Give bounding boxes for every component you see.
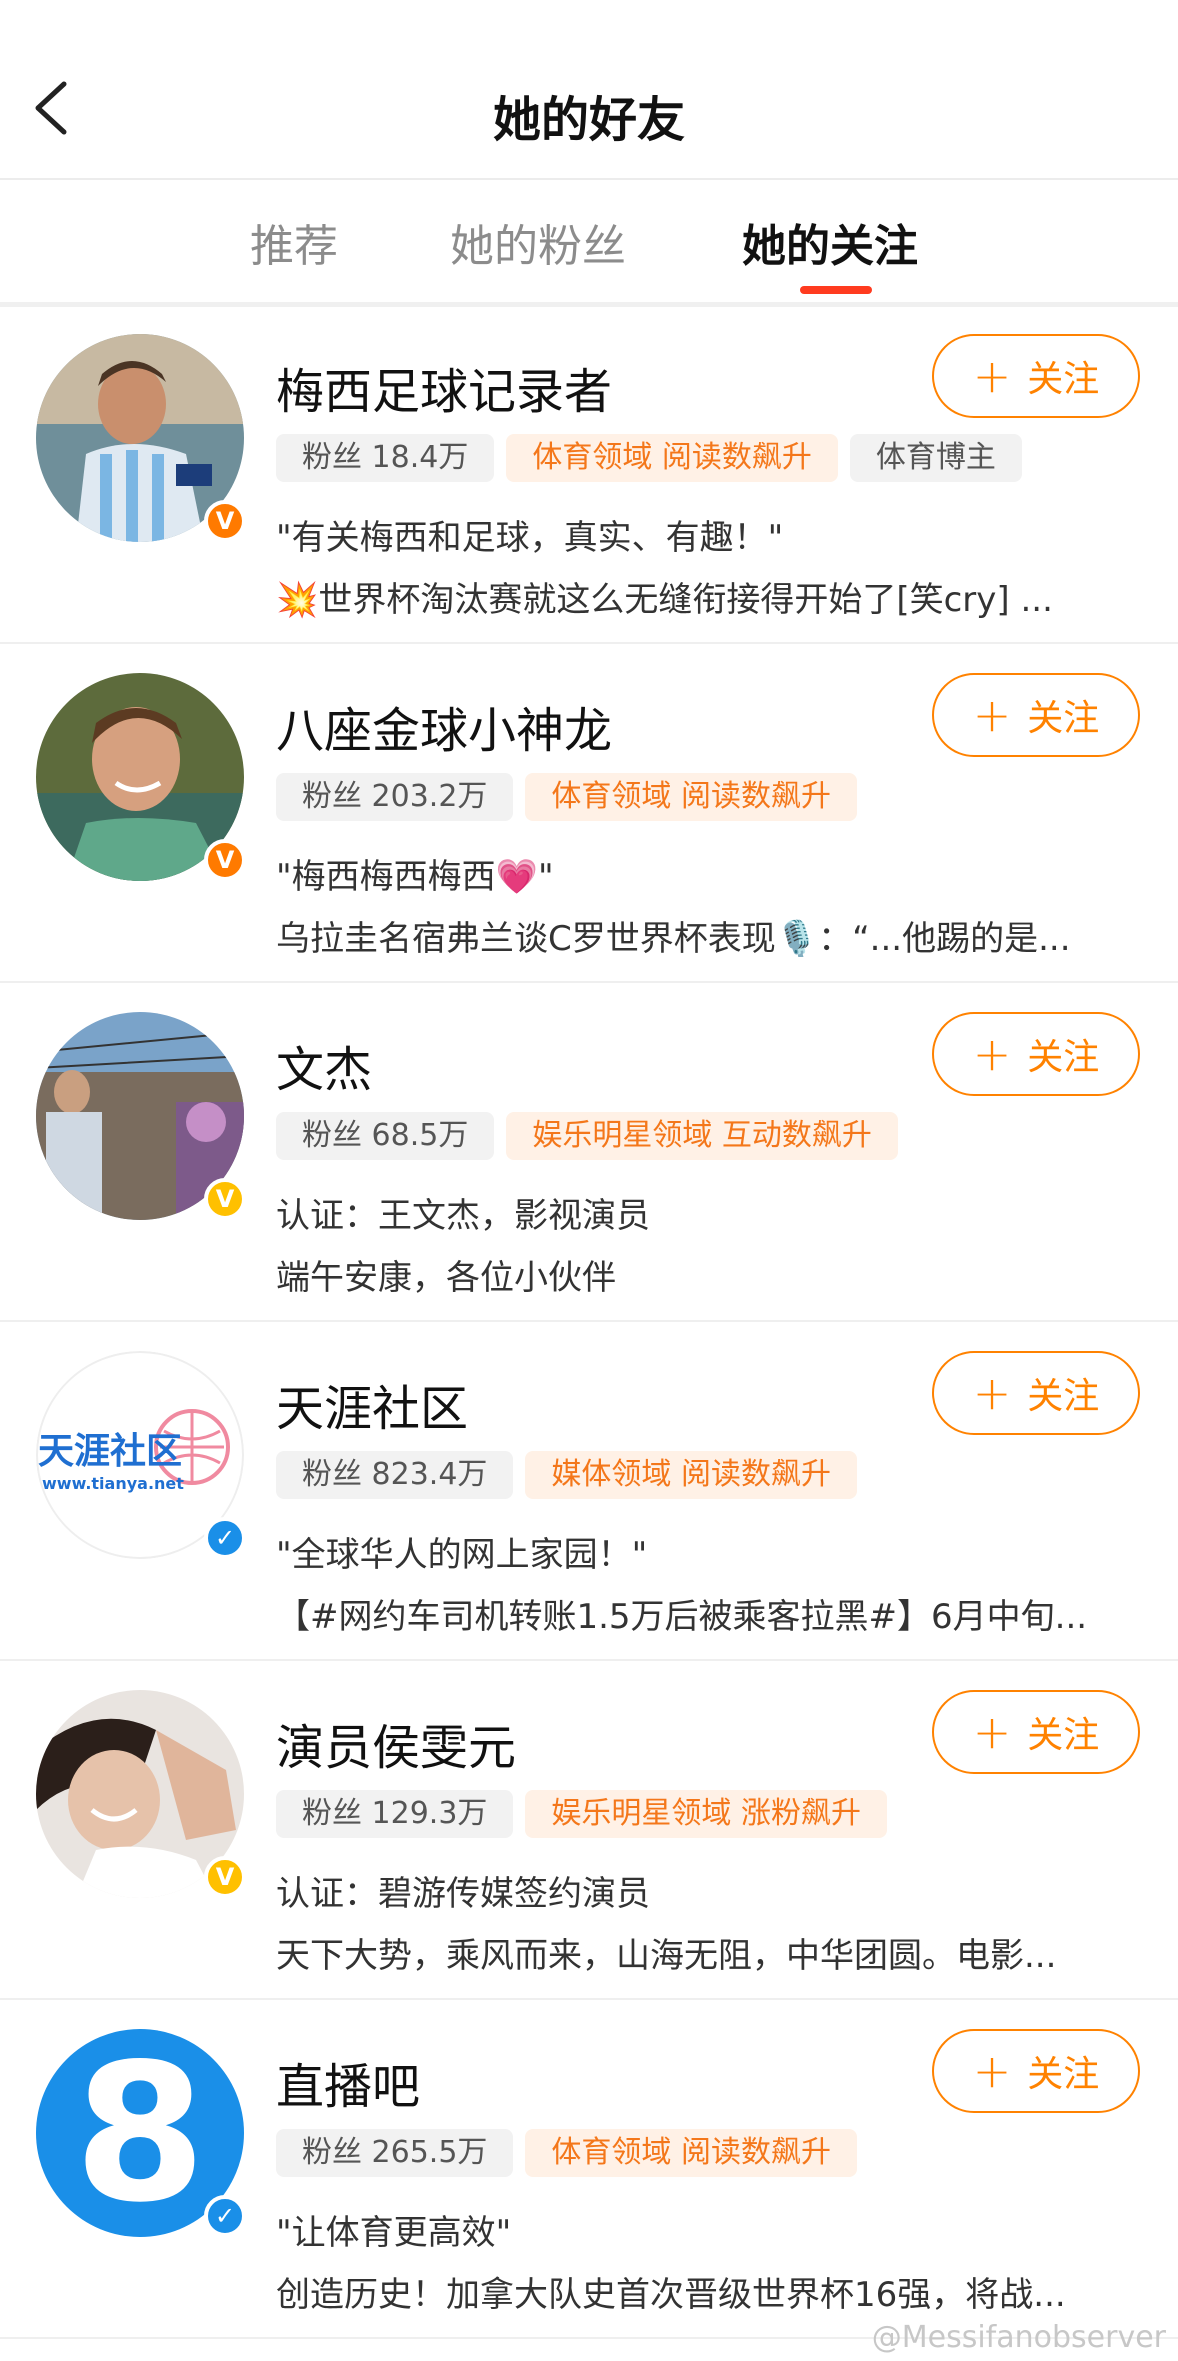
follow-button[interactable]: + 关注	[932, 334, 1140, 418]
tab-recommend[interactable]: 推荐	[250, 210, 338, 274]
plus-icon: +	[972, 688, 1012, 742]
user-description: "让体育更高效"	[276, 2213, 512, 2253]
user-description: "梅西梅西梅西💗"	[276, 857, 554, 897]
latest-post[interactable]: 乌拉圭名宿弗兰谈C罗世界杯表现🎙️：“...他踢的是...	[276, 911, 1136, 960]
plus-icon: +	[972, 1027, 1012, 1081]
tag-list: 粉丝 68.5万 娱乐明星领域 互动数飙升	[276, 1112, 898, 1160]
user-description: "全球华人的网上家园！"	[276, 1535, 648, 1575]
active-tab-indicator	[800, 286, 872, 294]
user-name[interactable]: 演员侯雯元	[276, 1708, 516, 1778]
plus-icon: +	[972, 2044, 1012, 2098]
fans-count-tag: 粉丝 129.3万	[276, 1790, 514, 1838]
tianya-logo-text: 天涯社区	[38, 1431, 182, 1472]
tab-bar: 推荐 她的粉丝 她的关注	[0, 180, 1178, 307]
fans-count-tag: 粉丝 203.2万	[276, 773, 514, 821]
category-tag: 媒体领域 阅读数飙升	[525, 1451, 857, 1499]
plus-icon: +	[972, 1705, 1012, 1759]
tag-list: 粉丝 823.4万 媒体领域 阅读数飙升	[276, 1451, 857, 1499]
user-description: 认证：王文杰，影视演员	[276, 1196, 650, 1236]
category-tag: 体育领域 阅读数飙升	[525, 2129, 857, 2177]
verified-badge-icon: V	[204, 1856, 246, 1898]
follow-label: 关注	[1027, 1376, 1100, 1417]
user-name[interactable]: 八座金球小神龙	[276, 691, 612, 761]
category-tag: 娱乐明星领域 涨粉飙升	[525, 1790, 887, 1838]
user-row[interactable]: V 八座金球小神龙 + 关注粉丝 203.2万 体育领域 阅读数飙升 "梅西梅西梅西💗" 乌…	[0, 643, 1178, 983]
verified-badge-icon: V	[204, 1178, 246, 1220]
follow-button[interactable]: + 关注	[932, 1351, 1140, 1435]
watermark: @Messifanobserver	[871, 2320, 1166, 2355]
user-name[interactable]: 梅西足球记录者	[276, 352, 612, 422]
category-tag: 娱乐明星领域 互动数飙升	[506, 1112, 898, 1160]
follow-button[interactable]: + 关注	[932, 1690, 1140, 1774]
fans-count-tag: 粉丝 265.5万	[276, 2129, 514, 2177]
user-description: "有关梅西和足球，真实、有趣！"	[276, 518, 784, 558]
plus-icon: +	[972, 349, 1012, 403]
follow-button[interactable]: + 关注	[932, 673, 1140, 757]
follow-button[interactable]: + 关注	[932, 2029, 1140, 2113]
user-row[interactable]: V 梅西足球记录者 + 关注 粉丝 18.4万 体育领域 阅读数飙升 体育博主 "有关梅西和足…	[0, 304, 1178, 644]
fans-count-tag: 粉丝 18.4万	[276, 434, 495, 482]
tab-her-fans[interactable]: 她的粉丝	[450, 210, 626, 274]
fans-count-tag: 粉丝 823.4万	[276, 1451, 514, 1499]
latest-post[interactable]: 创造历史！加拿大队史首次晋级世界杯16强，将战...	[276, 2267, 1136, 2316]
latest-post[interactable]: 端午安康，各位小伙伴	[276, 1250, 1136, 1299]
user-name[interactable]: 文杰	[276, 1030, 372, 1100]
top-bar: 她的好友	[0, 0, 1178, 180]
latest-post[interactable]: 【#网约车司机转账1.5万后被乘客拉黑#】6月中旬...	[276, 1589, 1136, 1638]
follow-label: 关注	[1027, 359, 1100, 400]
user-row[interactable]: V 演员侯雯元 + 关注粉丝 129.3万 娱乐明星领域 涨粉飙升认证：碧游传媒签约演员…	[0, 1660, 1178, 2000]
verified-badge-icon: V	[204, 500, 246, 542]
follow-label: 关注	[1027, 2054, 1100, 2095]
zhibo8-logo: 8	[74, 2029, 206, 2237]
user-row[interactable]: 8 ✓ 直播吧 + 关注粉丝 265.5万 体育领域 阅读数飙升 "让体育更高效" 创造历史…	[0, 1999, 1178, 2339]
category-tag: 体育领域 阅读数飙升	[525, 773, 857, 821]
tab-her-following[interactable]: 她的关注	[742, 210, 918, 274]
fans-count-tag: 粉丝 68.5万	[276, 1112, 495, 1160]
latest-post[interactable]: 天下大势，乘风而来，山海无阻，中华团圆。电影...	[276, 1928, 1136, 1977]
follow-label: 关注	[1027, 1037, 1100, 1078]
category-tag: 体育博主	[849, 434, 1022, 482]
user-description: 认证：碧游传媒签约演员	[276, 1874, 650, 1914]
tag-list: 粉丝 265.5万 体育领域 阅读数飙升	[276, 2129, 857, 2177]
tianya-url: www.tianya.net	[42, 1474, 184, 1493]
user-row[interactable]: V 文杰 + 关注粉丝 68.5万 娱乐明星领域 互动数飙升认证：王文杰，影视演员端午安…	[0, 982, 1178, 1322]
latest-post[interactable]: 💥世界杯淘汰赛就这么无缝衔接得开始了[笑cry] ...	[276, 572, 1136, 621]
user-name[interactable]: 天涯社区	[276, 1369, 468, 1439]
follow-button[interactable]: + 关注	[932, 1012, 1140, 1096]
tag-list: 粉丝 203.2万 体育领域 阅读数飙升	[276, 773, 857, 821]
verified-badge-icon: ✓	[204, 1517, 246, 1559]
plus-icon: +	[972, 1366, 1012, 1420]
tag-list: 粉丝 18.4万 体育领域 阅读数飙升 体育博主	[276, 434, 1022, 482]
user-name[interactable]: 直播吧	[276, 2047, 420, 2117]
verified-badge-icon: V	[204, 839, 246, 881]
verified-badge-icon: ✓	[204, 2195, 246, 2237]
category-tag: 体育领域 阅读数飙升	[506, 434, 838, 482]
follow-label: 关注	[1027, 698, 1100, 739]
follow-label: 关注	[1027, 1715, 1100, 1756]
page-title: 她的好友	[492, 92, 685, 148]
tag-list: 粉丝 129.3万 娱乐明星领域 涨粉飙升	[276, 1790, 887, 1838]
user-row[interactable]: 天涯社区 www.tianya.net ✓ 天涯社区 + 关注粉丝 823.4万 媒体领域…	[0, 1321, 1178, 1661]
